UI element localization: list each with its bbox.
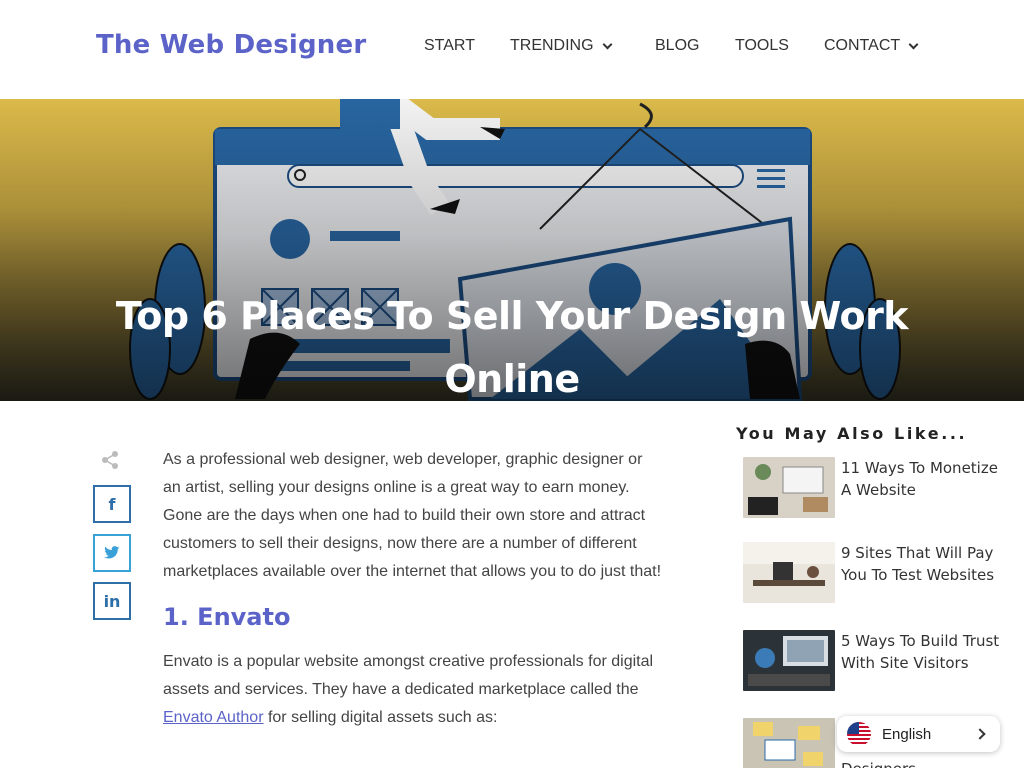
section-paragraph: Envato is a popular website amongst crea…	[163, 648, 663, 732]
us-flag-icon	[847, 722, 871, 746]
language-selector[interactable]: English	[837, 716, 1000, 752]
sidebar-title: You May Also Like...	[736, 424, 968, 443]
nav-item-trending[interactable]: TRENDING	[510, 37, 613, 55]
related-post[interactable]: 5 Ways To Build Trust With Site Visitors	[743, 630, 1003, 691]
paragraph-text: for selling digital assets such as:	[263, 709, 498, 726]
chevron-down-icon	[602, 39, 613, 49]
section-heading-envato: 1. Envato	[163, 603, 291, 631]
envato-author-link[interactable]: Envato Author	[163, 709, 264, 726]
related-post[interactable]: 11 Ways To Monetize A Website	[743, 457, 1003, 518]
twitter-icon	[104, 546, 120, 559]
site-header: The Web Designer START TRENDING BLOG TOO…	[0, 0, 1024, 99]
article-body: As a professional web designer, web deve…	[163, 446, 663, 746]
nav-label: TRENDING	[510, 37, 594, 54]
share-icon	[102, 451, 118, 469]
related-post[interactable]: 9 Sites That Will Pay You To Test Websit…	[743, 542, 1003, 603]
page-title: Top 6 Places To Sell Your Design Work On…	[115, 294, 909, 401]
nav-item-contact[interactable]: CONTACT	[824, 37, 919, 55]
paragraph-text: Envato is a popular website amongst crea…	[163, 653, 654, 698]
chevron-right-icon	[974, 728, 986, 740]
nav-item-tools[interactable]: TOOLS	[735, 37, 789, 55]
language-label: English	[882, 725, 932, 743]
share-facebook-button[interactable]: f	[93, 485, 131, 523]
facebook-icon: f	[108, 494, 116, 514]
share-twitter-button[interactable]	[93, 534, 131, 572]
nav-label: TOOLS	[735, 37, 789, 54]
post-title: 11 Ways To Monetize A Website	[841, 459, 998, 499]
nav-label: START	[424, 37, 475, 54]
post-title: 5 Ways To Build Trust With Site Visitors	[841, 632, 1000, 672]
post-title: Designers	[841, 758, 1001, 768]
article-intro: As a professional web designer, web deve…	[163, 451, 662, 580]
post-thumbnail	[743, 542, 835, 603]
linkedin-icon: in	[103, 591, 121, 611]
nav-label: BLOG	[655, 37, 700, 54]
post-title: 9 Sites That Will Pay You To Test Websit…	[841, 544, 995, 584]
post-thumbnail	[743, 718, 835, 768]
share-linkedin-button[interactable]: in	[93, 582, 131, 620]
nav-item-start[interactable]: START	[424, 37, 475, 55]
post-thumbnail	[743, 457, 835, 518]
chevron-down-icon	[908, 39, 919, 49]
hero-banner: Top 6 Places To Sell Your Design Work On…	[0, 99, 1024, 401]
site-logo[interactable]: The Web Designer	[96, 30, 366, 60]
post-thumbnail	[743, 630, 835, 691]
nav-item-blog[interactable]: BLOG	[655, 37, 699, 55]
nav-label: CONTACT	[824, 37, 901, 54]
